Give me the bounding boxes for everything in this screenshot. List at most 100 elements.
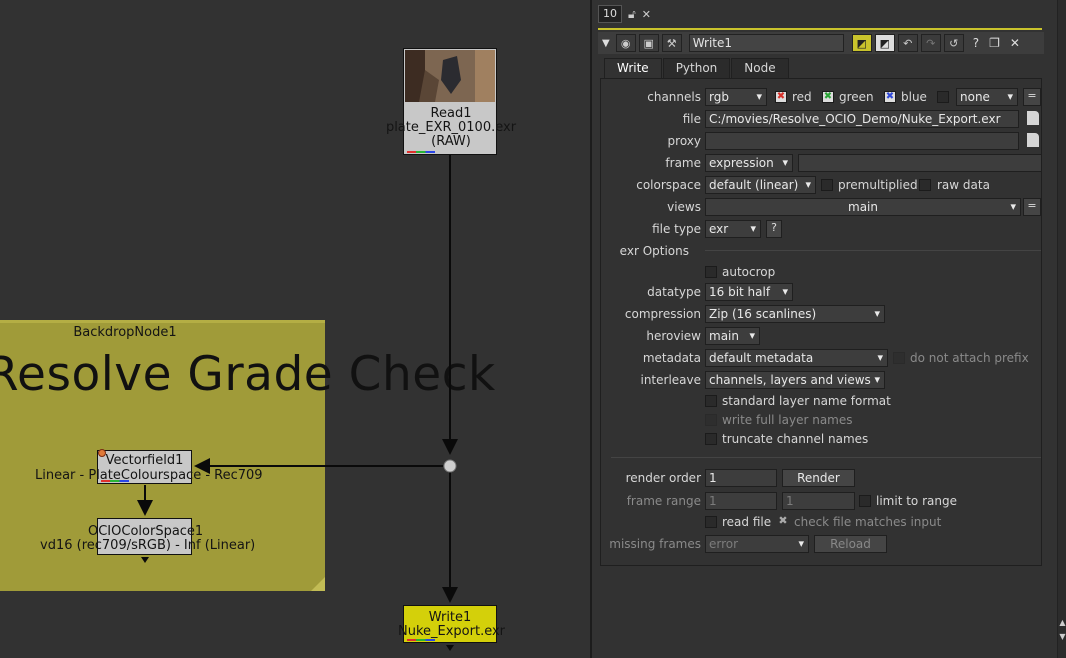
red-channel-label: red: [792, 90, 812, 104]
panel-scrollbar[interactable]: ▲ ▼: [1057, 0, 1066, 658]
close-panel-icon[interactable]: ✕: [1010, 36, 1020, 50]
undo-icon[interactable]: ↶: [897, 34, 918, 52]
help-icon[interactable]: ?: [973, 36, 979, 50]
properties-toolbar: 10 🔓︎ ✕: [598, 4, 651, 24]
clear-panels-icon[interactable]: ✕: [642, 8, 651, 21]
file-type-dropdown[interactable]: exr: [705, 220, 761, 238]
read-file-row: read file ✖ check file matches input: [601, 512, 1043, 532]
compression-dropdown[interactable]: Zip (16 scanlines): [705, 305, 885, 323]
extra-channel-dropdown[interactable]: none: [956, 88, 1018, 106]
reload-button[interactable]: Reload: [814, 535, 887, 553]
read-file-label: read file: [722, 515, 772, 529]
revert-icon[interactable]: ↺: [943, 34, 964, 52]
file-row: file C:/movies/Resolve_OCIO_Demo/Nuke_Ex…: [601, 109, 1043, 129]
read-node-colorspace: (RAW): [431, 134, 471, 149]
read-node-file: plate_EXR_0100.exr: [385, 120, 517, 135]
autocrop-checkbox[interactable]: [705, 266, 717, 278]
metadata-dropdown[interactable]: default metadata: [705, 349, 888, 367]
ocio-node-subtext: vd16 (rec709/sRGB) - Inf (Linear): [40, 538, 256, 553]
scroll-up-icon[interactable]: ▲: [1058, 618, 1066, 630]
node-tile-color-icon[interactable]: ◩: [851, 34, 872, 52]
render-button[interactable]: Render: [782, 469, 855, 487]
redo-icon[interactable]: ↷: [920, 34, 941, 52]
proxy-browse-icon[interactable]: [1027, 133, 1039, 147]
settings-wrench-icon[interactable]: ⚒: [661, 34, 682, 52]
interleave-dropdown[interactable]: channels, layers and views: [705, 371, 885, 389]
channels-link-button[interactable]: =: [1023, 88, 1041, 106]
colorspace-label: colorspace: [636, 178, 701, 192]
tab-python[interactable]: Python: [662, 58, 731, 78]
font-color-icon[interactable]: ◩: [874, 34, 895, 52]
read-channel-indicator: [407, 151, 435, 153]
check-file-checkbox[interactable]: ✖: [777, 515, 789, 528]
render-order-input[interactable]: 1: [705, 469, 777, 487]
write-full-layer-checkbox[interactable]: [705, 414, 717, 426]
frame-row: frame expression: [601, 153, 1043, 173]
write-channel-indicator: [407, 639, 435, 641]
vectorfield-node-subtext: Linear - PlateColourspace - Rec709: [35, 468, 263, 483]
lock-icon[interactable]: 🔓︎: [628, 7, 636, 22]
premultiplied-checkbox[interactable]: [821, 179, 833, 191]
proxy-row: proxy: [601, 131, 1043, 151]
interleave-row: interleave channels, layers and views: [601, 370, 1043, 390]
node-color-icon[interactable]: ▣: [638, 34, 659, 52]
ocio-node-name: OCIOColorSpace1: [88, 524, 204, 539]
write-node[interactable]: Write1 Nuke_Export.exr: [398, 605, 505, 643]
datatype-dropdown[interactable]: 16 bit half: [705, 283, 793, 301]
missing-frames-label: missing frames: [609, 537, 701, 551]
views-row: views main =: [601, 197, 1043, 217]
file-label: file: [682, 112, 701, 126]
channels-dropdown[interactable]: rgb: [705, 88, 767, 106]
metadata-label: metadata: [642, 351, 701, 365]
dot-node: [443, 459, 457, 473]
limit-to-range-checkbox[interactable]: [859, 495, 871, 507]
frame-mode-dropdown[interactable]: expression: [705, 154, 793, 172]
write-output-arrow: [446, 645, 454, 651]
datatype-row: datatype 16 bit half: [601, 282, 1043, 302]
write-node-name: Write1: [428, 610, 472, 625]
file-type-help-button[interactable]: ?: [766, 220, 782, 238]
vectorfield-node-name: Vectorfield1: [105, 453, 184, 468]
write-node-file: Nuke_Export.exr: [398, 624, 506, 639]
node-wires: [137, 155, 458, 651]
heroview-dropdown[interactable]: main: [705, 327, 760, 345]
compression-label: compression: [624, 307, 701, 321]
selection-accent-line: [598, 28, 1042, 30]
scroll-down-icon[interactable]: ▼: [1058, 632, 1066, 644]
max-panels-field[interactable]: 10: [598, 5, 622, 23]
file-type-row: file type exr ?: [601, 219, 1043, 239]
autocrop-row: autocrop: [601, 262, 1043, 282]
proxy-label: proxy: [667, 134, 701, 148]
views-dropdown[interactable]: main: [705, 198, 1021, 216]
views-link-button[interactable]: =: [1023, 198, 1041, 216]
frame-expression-input[interactable]: [798, 154, 1042, 172]
extra-channel-checkbox[interactable]: [937, 91, 949, 103]
missing-frames-dropdown[interactable]: error: [705, 535, 809, 553]
file-type-label: file type: [652, 222, 701, 236]
tab-write[interactable]: Write: [604, 58, 662, 78]
tab-node[interactable]: Node: [731, 58, 789, 78]
float-panel-icon[interactable]: ❐: [989, 36, 1000, 50]
node-name-input[interactable]: Write1: [688, 34, 844, 52]
missing-frames-row: missing frames error Reload: [601, 534, 1043, 554]
red-channel-checkbox[interactable]: ✖: [775, 91, 787, 103]
truncate-checkbox[interactable]: [705, 433, 717, 445]
blue-channel-checkbox[interactable]: ✖: [884, 91, 896, 103]
read-node-name: Read1: [430, 106, 472, 121]
proxy-path-input[interactable]: [705, 132, 1019, 150]
raw-data-checkbox[interactable]: [919, 179, 931, 191]
node-graph[interactable]: BackdropNode1 Resolve Grade Check Read1 …: [0, 0, 590, 658]
no-prefix-checkbox[interactable]: [893, 352, 905, 364]
colorspace-dropdown[interactable]: default (linear): [705, 176, 816, 194]
center-node-icon[interactable]: ◉: [615, 34, 636, 52]
file-browse-icon[interactable]: [1027, 111, 1039, 125]
frame-range-from-input[interactable]: 1: [705, 492, 777, 510]
collapse-icon[interactable]: ▼: [602, 38, 610, 49]
check-file-label: check file matches input: [794, 515, 942, 529]
green-channel-checkbox[interactable]: ✖: [822, 91, 834, 103]
frame-range-to-input[interactable]: 1: [782, 492, 855, 510]
read-file-checkbox[interactable]: [705, 516, 717, 528]
file-path-input[interactable]: C:/movies/Resolve_OCIO_Demo/Nuke_Export.…: [705, 110, 1019, 128]
standard-layer-checkbox[interactable]: [705, 395, 717, 407]
read-node[interactable]: Read1 plate_EXR_0100.exr (RAW): [386, 48, 516, 155]
